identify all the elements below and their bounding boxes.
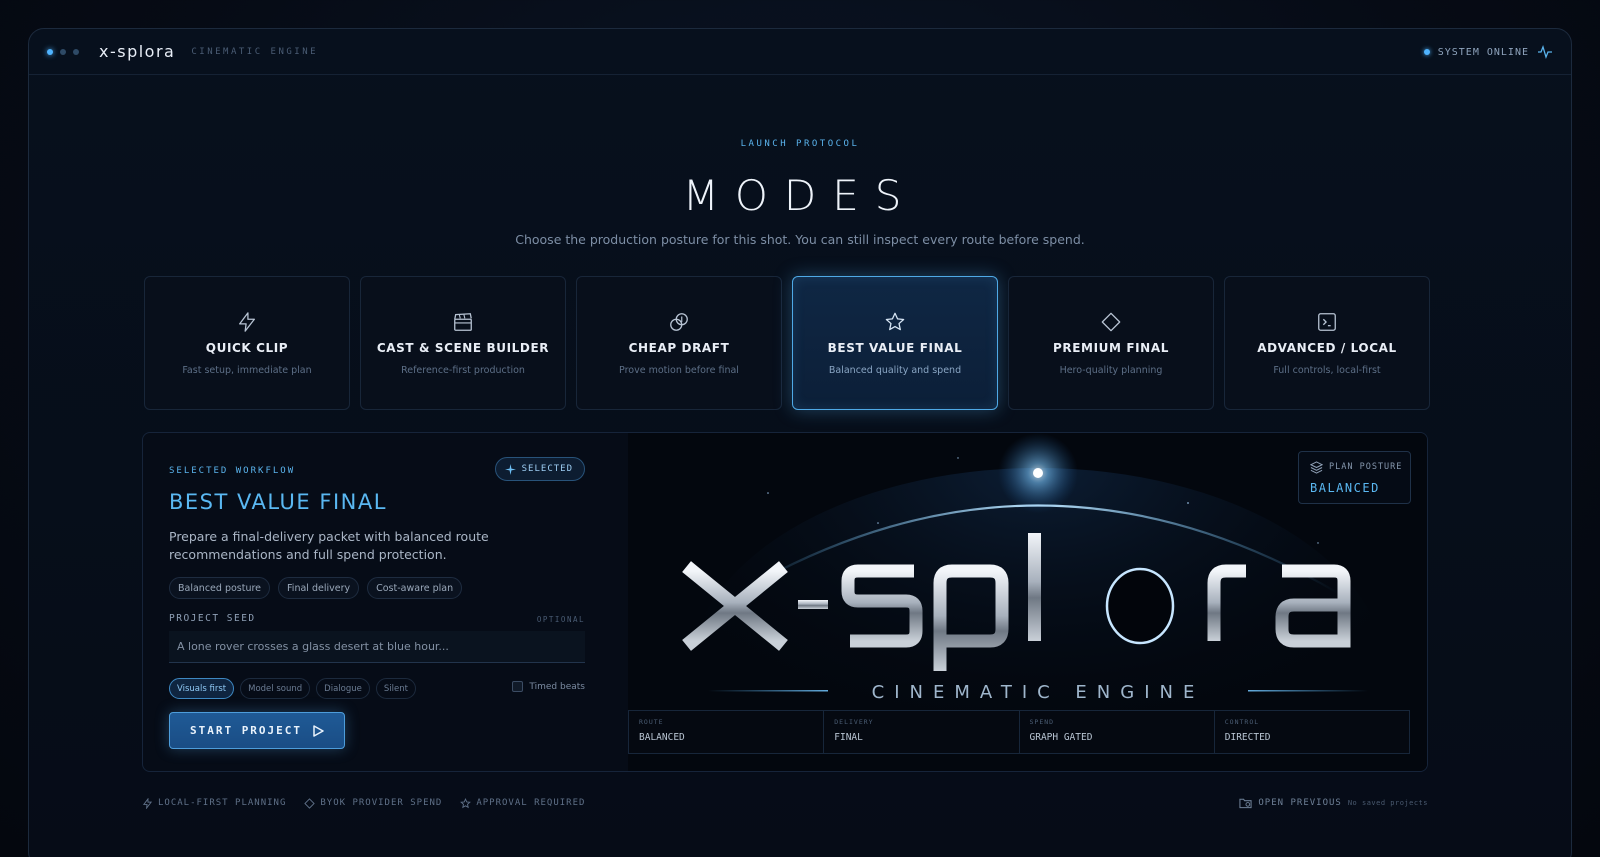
status-dot: [60, 48, 66, 55]
stat-value: BALANCED: [639, 732, 685, 743]
stat-value: FINAL: [834, 732, 863, 743]
app-window: x-splora CINEMATIC ENGINE SYSTEM ONLINE …: [28, 28, 1572, 857]
mode-desc: Fast setup, immediate plan: [182, 364, 312, 376]
selected-badge-label: SELECTED: [521, 464, 573, 474]
mode-card-premium-final[interactable]: PREMIUM FINAL Hero-quality planning: [1008, 276, 1214, 410]
stat-key: ROUTE: [639, 718, 664, 726]
mode-desc: Reference-first production: [401, 364, 525, 376]
mode-title: ADVANCED / LOCAL: [1257, 340, 1397, 355]
sparkle-icon: [504, 463, 516, 475]
footer-item-byok: BYOK PROVIDER SPEND: [304, 797, 443, 809]
footer-item-local-first: LOCAL-FIRST PLANNING: [142, 797, 287, 809]
open-previous-button[interactable]: OPEN PREVIOUS No saved projects: [1239, 793, 1428, 813]
stat-control: CONTROL DIRECTED: [1215, 711, 1409, 753]
activity-icon: [1538, 45, 1552, 59]
stat-value: DIRECTED: [1224, 732, 1271, 743]
mode-title: PREMIUM FINAL: [1053, 340, 1169, 355]
option-dialogue[interactable]: Dialogue: [316, 678, 370, 699]
sound-options: Visuals first Model sound Dialogue Silen…: [169, 678, 416, 699]
clapperboard-icon: [454, 312, 472, 331]
plan-posture-value: BALANCED: [1310, 481, 1380, 495]
project-seed-label: PROJECT SEED: [169, 613, 256, 624]
star-icon: [460, 797, 472, 808]
brand-subtitle: CINEMATIC ENGINE: [191, 46, 319, 57]
hero-tagline: CINEMATIC ENGINE: [872, 682, 1205, 703]
page-title: MODES: [682, 171, 918, 220]
optional-label: OPTIONAL: [536, 615, 585, 624]
stat-route: ROUTE BALANCED: [629, 711, 825, 753]
system-status-label: SYSTEM ONLINE: [1437, 46, 1529, 58]
footer-item-approval: APPROVAL REQUIRED: [460, 797, 586, 809]
stat-key: CONTROL: [1224, 718, 1260, 726]
option-model-sound[interactable]: Model sound: [240, 678, 311, 699]
top-bar: x-splora CINEMATIC ENGINE SYSTEM ONLINE: [29, 29, 1571, 75]
lightning-icon: [239, 311, 255, 332]
mode-card-best-value-final[interactable]: BEST VALUE FINAL Balanced quality and sp…: [792, 276, 998, 410]
option-silent[interactable]: Silent: [375, 678, 416, 699]
start-project-label: START PROJECT: [189, 724, 303, 737]
footer-label: LOCAL-FIRST PLANNING: [158, 798, 287, 808]
footer-label: BYOK PROVIDER SPEND: [320, 798, 443, 808]
plan-posture-label: PLAN POSTURE: [1329, 462, 1403, 472]
mode-title: CHEAP DRAFT: [628, 340, 730, 355]
status-dot: [47, 48, 53, 55]
terminal-icon: [1318, 312, 1336, 331]
stat-key: DELIVERY: [834, 718, 874, 726]
no-saved-projects: No saved projects: [1347, 799, 1428, 807]
lightning-icon: [142, 797, 153, 809]
footer-bar: LOCAL-FIRST PLANNING BYOK PROVIDER SPEND…: [142, 793, 1428, 813]
workflow-title: BEST VALUE FINAL: [169, 490, 387, 514]
coins-icon: [670, 312, 688, 331]
timed-beats-label: Timed beats: [529, 681, 585, 692]
footer-label: APPROVAL REQUIRED: [476, 798, 586, 808]
workflow-description: Prepare a final-delivery packet with bal…: [169, 529, 489, 562]
stat-value: GRAPH GATED: [1029, 732, 1093, 743]
mode-desc: Balanced quality and spend: [828, 364, 962, 376]
mode-card-quick-clip[interactable]: QUICK CLIP Fast setup, immediate plan: [144, 276, 350, 410]
timed-beats-checkbox[interactable]: [512, 681, 524, 692]
hero-artwork: CINEMATIC ENGINE PLAN POSTURE BALANCED R…: [628, 433, 1427, 771]
mode-title: CAST & SCENE BUILDER: [376, 340, 550, 355]
workflow-tags: Balanced posture Final delivery Cost-awa…: [169, 577, 463, 599]
stat-spend: SPEND GRAPH GATED: [1020, 711, 1215, 753]
tag-chip: Cost-aware plan: [367, 577, 463, 599]
timed-beats-toggle[interactable]: Timed beats: [512, 681, 585, 692]
diamond-icon: [304, 797, 316, 809]
tag-chip: Final delivery: [278, 577, 360, 599]
mode-card-cheap-draft[interactable]: CHEAP DRAFT Prove motion before final: [576, 276, 782, 410]
status-dot: [73, 48, 79, 55]
diamond-icon: [1101, 312, 1121, 331]
mode-desc: Prove motion before final: [619, 364, 739, 376]
play-icon: [313, 724, 324, 737]
mode-desc: Full controls, local-first: [1273, 364, 1381, 376]
system-status: SYSTEM ONLINE: [1423, 29, 1553, 75]
mode-title: QUICK CLIP: [205, 340, 289, 355]
stat-key: SPEND: [1029, 718, 1055, 726]
plan-stats: ROUTE BALANCED DELIVERY FINAL SPEND GRAP…: [628, 710, 1410, 754]
stat-delivery: DELIVERY FINAL: [824, 711, 1020, 753]
workflow-details: SELECTED WORKFLOW SELECTED BEST VALUE FI…: [169, 433, 585, 771]
selected-badge: SELECTED: [494, 457, 585, 481]
eyebrow: LAUNCH PROTOCOL: [740, 139, 860, 149]
mode-selector: QUICK CLIP Fast setup, immediate plan CA…: [144, 276, 1430, 410]
star-icon: [885, 312, 905, 330]
plan-posture-card: PLAN POSTURE BALANCED: [1298, 451, 1411, 504]
project-seed-input[interactable]: [169, 631, 585, 663]
mode-card-cast-scene-builder[interactable]: CAST & SCENE BUILDER Reference-first pro…: [360, 276, 566, 410]
window-dots: [47, 48, 79, 55]
mode-title: BEST VALUE FINAL: [827, 340, 963, 355]
mode-card-advanced-local[interactable]: ADVANCED / LOCAL Full controls, local-fi…: [1224, 276, 1430, 410]
start-project-button[interactable]: START PROJECT: [169, 712, 345, 749]
workflow-panel: SELECTED WORKFLOW SELECTED BEST VALUE FI…: [142, 432, 1428, 772]
folder-clock-icon: [1239, 798, 1252, 809]
tag-chip: Balanced posture: [169, 577, 271, 599]
option-visuals-first[interactable]: Visuals first: [169, 678, 235, 699]
workflow-eyebrow: SELECTED WORKFLOW: [169, 466, 296, 476]
layers-icon: [1310, 461, 1323, 474]
page-subtitle: Choose the production posture for this s…: [515, 232, 1085, 247]
online-dot: [1423, 49, 1430, 55]
brand-name: x-splora: [99, 42, 176, 61]
open-previous-label: OPEN PREVIOUS: [1258, 798, 1342, 808]
mode-desc: Hero-quality planning: [1059, 364, 1163, 376]
